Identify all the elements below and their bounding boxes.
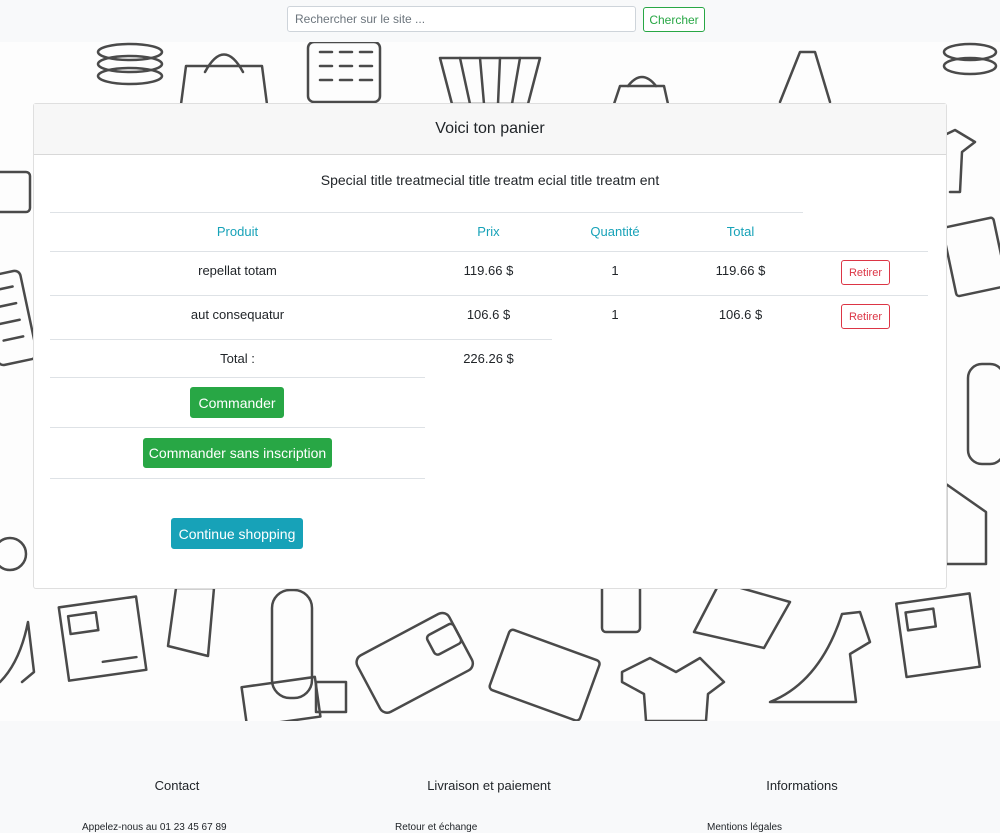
heel-icon-2 — [768, 610, 872, 704]
row-total: 119.66 $ — [715, 263, 766, 278]
row-2-border — [50, 339, 552, 340]
box-icon — [57, 595, 148, 682]
site-footer: Contact Livraison et paiement Informatio… — [0, 721, 1000, 833]
order-button[interactable]: Commander — [190, 387, 284, 418]
basket-icon — [438, 56, 542, 106]
footer-heading-contact: Contact — [154, 778, 200, 793]
column-header-price: Prix — [477, 224, 500, 239]
dress-icon — [778, 50, 832, 104]
row-quantity: 1 — [611, 263, 619, 278]
tag-icon — [966, 362, 1000, 466]
laptop-icon — [488, 628, 601, 721]
table-header-border — [50, 251, 928, 252]
row-1-border — [50, 295, 928, 296]
cart-subtitle: Special title treatmecial title treatm e… — [320, 172, 660, 188]
row-product: aut consequatur — [190, 307, 285, 322]
bag-icon — [612, 84, 670, 106]
shopping-bag-icon-2 — [166, 586, 216, 658]
remove-item-button[interactable]: Retirer — [841, 304, 890, 329]
sign-icon — [0, 170, 32, 214]
calculator-icon — [306, 42, 382, 104]
glasses-icon — [0, 536, 28, 572]
continue-shopping-button[interactable]: Continue shopping — [171, 518, 303, 549]
footer-heading-info: Informations — [766, 778, 838, 793]
wallet-icon — [355, 611, 475, 714]
column-header-total: Total — [726, 224, 755, 239]
remove-item-button[interactable]: Retirer — [841, 260, 890, 285]
order-row-border — [50, 427, 425, 428]
phone-icon — [600, 580, 642, 634]
coins-icon — [96, 42, 164, 86]
cart-header-title: Voici ton panier — [34, 104, 946, 155]
open-sign-icon — [944, 482, 988, 566]
row-price: 119.66 $ — [463, 263, 514, 278]
row-price: 106.6 $ — [466, 307, 511, 322]
tshirt-icon-2 — [620, 656, 726, 721]
total-value: 226.26 $ — [463, 351, 514, 366]
column-header-product: Produit — [216, 224, 259, 239]
map-icon — [692, 580, 792, 650]
order-without-signup-button[interactable]: Commander sans inscription — [143, 438, 332, 468]
column-header-quantity: Quantité — [590, 224, 640, 239]
total-label: Total : — [220, 351, 255, 366]
guest-order-row-border — [50, 478, 425, 479]
search-button[interactable]: Chercher — [643, 7, 705, 32]
row-product: repellat totam — [198, 263, 277, 278]
cart-card: Voici ton panier Special title treatmeci… — [33, 103, 947, 589]
top-search-bar: Chercher — [0, 0, 1000, 42]
total-row-border — [50, 377, 425, 378]
row-total: 106.6 $ — [718, 307, 763, 322]
footer-heading-shipping: Livraison et paiement — [427, 778, 551, 793]
heel-icon — [0, 620, 36, 684]
table-top-border — [50, 212, 803, 213]
row-quantity: 1 — [611, 307, 619, 322]
search-input[interactable] — [287, 6, 636, 32]
